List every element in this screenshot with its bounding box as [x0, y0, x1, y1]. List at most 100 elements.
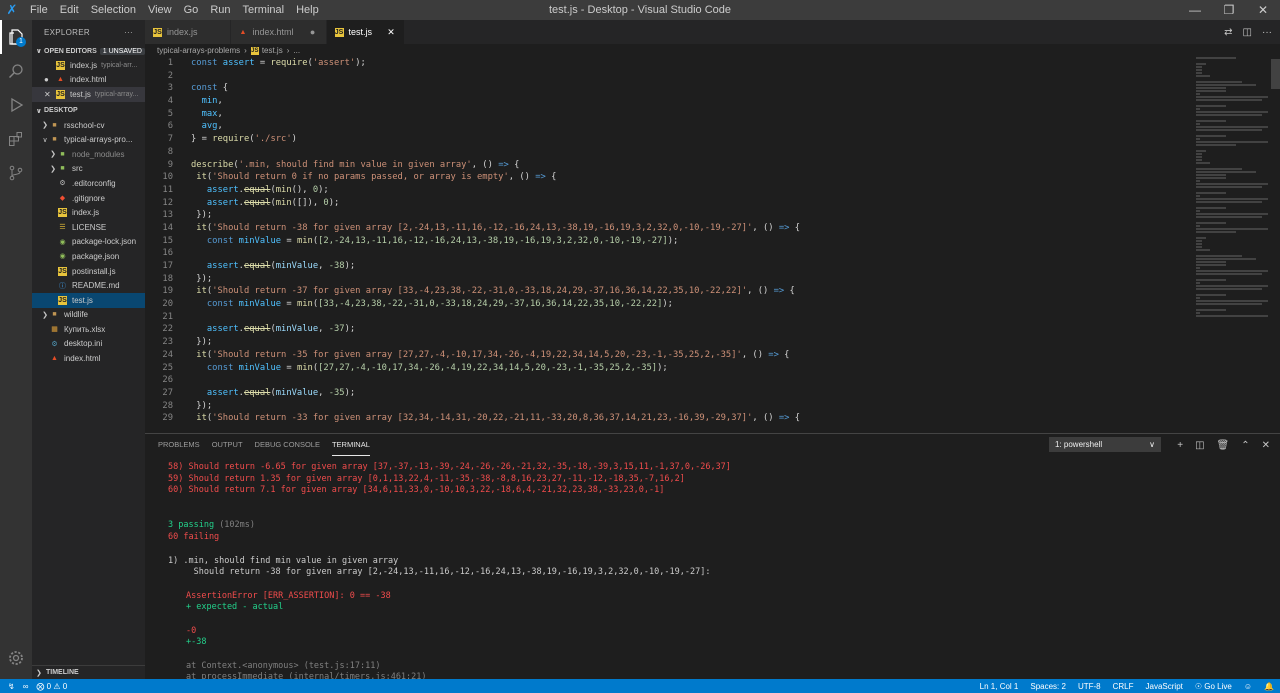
- menu-help[interactable]: Help: [290, 0, 325, 20]
- line-number: 14: [162, 222, 173, 233]
- split-editor-icon[interactable]: ◫: [1243, 27, 1252, 38]
- new-terminal-icon[interactable]: +: [1177, 440, 1183, 451]
- code-editor[interactable]: 1 const assert = require('assert'); 2 3 co…: [145, 57, 1280, 433]
- line-ending[interactable]: CRLF: [1113, 682, 1134, 691]
- tree-folder[interactable]: ❯ ■ wildlife: [32, 308, 145, 323]
- menu-go[interactable]: Go: [178, 0, 205, 20]
- terminal-select[interactable]: 1: powershell ∨: [1049, 437, 1161, 452]
- tree-item-label: package.json: [72, 251, 120, 261]
- settings-gear-icon[interactable]: [0, 641, 32, 675]
- open-editor-item[interactable]: JS index.js typical-arr...: [32, 58, 145, 73]
- open-editors-section[interactable]: ∨ OPEN EDITORS 1 UNSAVED: [32, 44, 145, 58]
- live-share-icon[interactable]: ∞: [23, 682, 29, 691]
- tree-file[interactable]: ◉ package.json: [32, 249, 145, 264]
- notifications-bell-icon[interactable]: 🔔: [1264, 682, 1274, 691]
- restore-icon[interactable]: ❐: [1212, 0, 1246, 20]
- close-window-icon[interactable]: ✕: [1246, 0, 1280, 20]
- terminal-output[interactable]: 58) Should return -6.65 for given array …: [168, 462, 1268, 684]
- tree-file[interactable]: ⚙ desktop.ini: [32, 337, 145, 352]
- line-number: 6: [167, 121, 173, 132]
- trash-icon[interactable]: 🗑: [1217, 440, 1230, 451]
- search-icon[interactable]: [0, 54, 32, 88]
- tree-file[interactable]: ⓘ README.md: [32, 278, 145, 293]
- minimap-line: [1196, 228, 1268, 230]
- feedback-icon[interactable]: ☺: [1244, 682, 1252, 691]
- tree-folder[interactable]: ❯ ■ src: [32, 162, 145, 177]
- language-mode[interactable]: JavaScript: [1146, 682, 1183, 691]
- code-text: const minValue = min([33,-4,23,38,-22,-3…: [206, 299, 673, 310]
- editor-actions: ⇄ ◫ ···: [1224, 20, 1272, 44]
- code-line: 4 min,: [145, 95, 1280, 108]
- minimap-line: [1196, 273, 1262, 275]
- code-line: 12 assert.equal(min([]), 0);: [145, 197, 1280, 210]
- unsaved-dot-icon[interactable]: ●: [308, 27, 318, 37]
- cursor-position[interactable]: Ln 1, Col 1: [980, 682, 1019, 691]
- explorer-icon[interactable]: 1: [0, 20, 32, 54]
- open-changes-icon[interactable]: ⇄: [1224, 27, 1232, 38]
- timeline-section[interactable]: ❯ TIMELINE: [32, 665, 145, 679]
- minimap-line: [1196, 120, 1226, 122]
- encoding[interactable]: UTF-8: [1078, 682, 1101, 691]
- close-editor-icon[interactable]: ✕: [44, 90, 56, 99]
- open-editor-item[interactable]: ● ▲ index.html: [32, 73, 145, 88]
- split-terminal-icon[interactable]: ◫: [1195, 440, 1204, 451]
- indentation[interactable]: Spaces: 2: [1030, 682, 1066, 691]
- minimap-line: [1196, 246, 1202, 248]
- minimap-line: [1196, 72, 1202, 74]
- minimap-line: [1196, 309, 1226, 311]
- breadcrumb-folder[interactable]: typical-arrays-problems: [157, 46, 240, 55]
- tree-file[interactable]: JS postinstall.js: [32, 264, 145, 279]
- line-number: 26: [162, 375, 173, 386]
- tab-terminal[interactable]: TERMINAL: [331, 434, 370, 456]
- tab-problems[interactable]: PROBLEMS: [158, 434, 200, 456]
- tree-file[interactable]: ☰ LICENSE: [32, 220, 145, 235]
- js-file-icon: JS: [334, 27, 344, 37]
- open-editors-label: OPEN EDITORS: [44, 47, 97, 55]
- breadcrumb-more[interactable]: ...: [293, 46, 300, 55]
- go-live-button[interactable]: ☉ Go Live: [1195, 682, 1232, 691]
- tab-index-html[interactable]: ▲ index.html ●: [230, 20, 327, 44]
- menu-run[interactable]: Run: [204, 0, 236, 20]
- close-panel-icon[interactable]: ✕: [1262, 440, 1270, 451]
- problems-status[interactable]: ⨂ 0 ⚠ 0: [36, 682, 67, 691]
- tab-debug-console[interactable]: DEBUG CONSOLE: [255, 434, 320, 456]
- extensions-icon[interactable]: [0, 122, 32, 156]
- tree-file-selected[interactable]: JS test.js: [32, 292, 145, 308]
- more-actions-icon[interactable]: ···: [1262, 27, 1272, 38]
- close-tab-icon[interactable]: ✕: [386, 27, 396, 38]
- breadcrumb-file[interactable]: test.js: [262, 46, 283, 55]
- tree-file[interactable]: ◆ .gitignore: [32, 191, 145, 206]
- minimize-icon[interactable]: —: [1178, 0, 1212, 20]
- source-control-icon[interactable]: [0, 156, 32, 190]
- remote-icon[interactable]: ↯: [8, 682, 15, 691]
- tree-file[interactable]: JS index.js: [32, 205, 145, 220]
- menu-file[interactable]: File: [24, 0, 54, 20]
- line-number: 18: [162, 273, 173, 284]
- open-editor-item-active[interactable]: ✕ JS test.js typical-array...: [32, 87, 145, 102]
- tree-folder-open[interactable]: ∨ ■ typical-arrays-pro...: [32, 132, 145, 147]
- tree-file[interactable]: ◉ package-lock.json: [32, 235, 145, 250]
- editor-scrollbar[interactable]: [1271, 59, 1280, 89]
- tree-file[interactable]: ▦ Купить.xlsx: [32, 322, 145, 337]
- tree-folder[interactable]: ❯ ■ rsschool-cv: [32, 118, 145, 133]
- tree-file[interactable]: ⚙ .editorconfig: [32, 176, 145, 191]
- tree-file[interactable]: ▲ index.html: [32, 351, 145, 366]
- more-actions-icon[interactable]: ···: [124, 28, 133, 37]
- tab-index-js[interactable]: JS index.js: [145, 20, 231, 44]
- menu-selection[interactable]: Selection: [85, 0, 142, 20]
- desktop-folder-section[interactable]: ∨ DESKTOP: [32, 104, 145, 118]
- tab-test-js[interactable]: JS test.js ✕: [326, 20, 406, 44]
- minimap[interactable]: [1196, 57, 1270, 433]
- run-debug-icon[interactable]: [0, 88, 32, 122]
- code-line: 2: [145, 70, 1280, 83]
- menu-edit[interactable]: Edit: [54, 0, 85, 20]
- menu-view[interactable]: View: [142, 0, 178, 20]
- code-text: } = require('./src'): [191, 134, 297, 145]
- chevron-right-icon: ›: [244, 46, 247, 55]
- maximize-panel-icon[interactable]: ⌃: [1241, 440, 1249, 451]
- menu-terminal[interactable]: Terminal: [237, 0, 291, 20]
- explorer-title: EXPLORER: [44, 27, 90, 37]
- tree-folder[interactable]: ❯ ■ node_modules: [32, 147, 145, 162]
- tab-output[interactable]: OUTPUT: [212, 434, 243, 456]
